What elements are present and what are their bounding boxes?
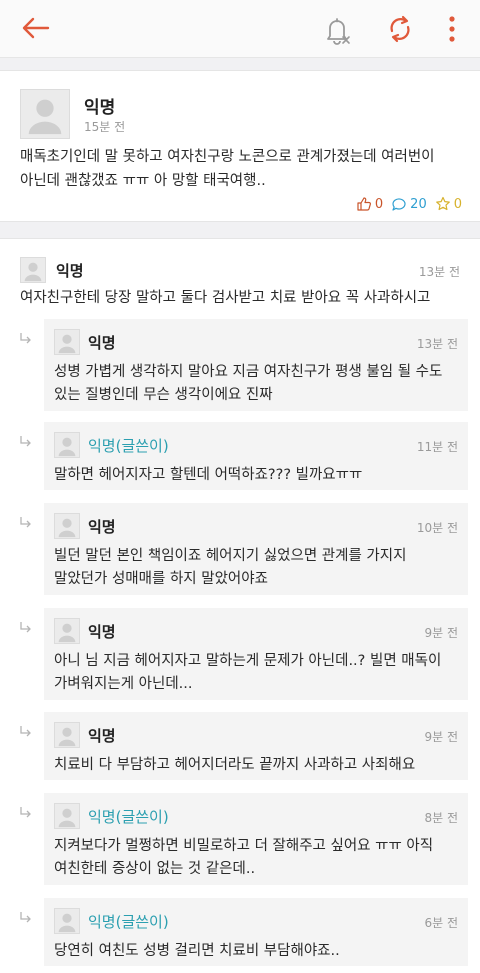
like-count: 0	[374, 196, 384, 212]
reply-item: 익명 10분 전 빌던 말던 본인 책임이죠 헤어지기 싫었으면 관계를 가지지…	[44, 503, 468, 595]
avatar	[54, 329, 80, 355]
comment-stat[interactable]: 20	[391, 196, 427, 212]
comment-time: 6분 전	[424, 916, 458, 930]
comment-author: 익명	[88, 518, 116, 536]
comment-author: 익명(글쓴이)	[88, 913, 169, 931]
comment-text: 당연히 여친도 성병 걸리면 치료비 부담해야죠..	[54, 943, 340, 959]
comment-text: 치료비 다 부담하고 헤어지더라도 끝까지 사과하고 사죄해요	[54, 757, 416, 773]
reply-item: 익명(글쓴이) 8분 전 지켜보다가 멀쩡하면 비밀로하고 더 잘해주고 싶어요…	[44, 793, 468, 885]
reply-arrow-icon	[18, 515, 34, 531]
comment-text: 빌던 말던 본인 책임이죠 헤어지기 싫었으면 관계를 가지지 말았던가 성매매…	[54, 548, 407, 587]
comment-time: 8분 전	[424, 811, 458, 825]
reply-item: 익명 13분 전 성병 가볍게 생각하지 말아요 지금 여자친구가 평생 불임 …	[44, 319, 468, 411]
comment-time: 10분 전	[416, 521, 458, 535]
reply-arrow-icon	[18, 724, 34, 740]
avatar	[54, 513, 80, 539]
avatar	[54, 722, 80, 748]
refresh-icon[interactable]	[384, 14, 416, 44]
comment-time: 9분 전	[424, 730, 458, 744]
star-icon	[435, 196, 450, 211]
comment-item: 익명 13분 전 여자친구한테 당장 말하고 둘다 검사받고 치료 받아요 꼭 …	[0, 239, 480, 317]
comment-author: 익명(글쓴이)	[88, 437, 169, 455]
reply-arrow-icon	[18, 910, 34, 926]
comment-author: 익명	[88, 334, 116, 352]
reply-item: 익명(글쓴이) 11분 전 말하면 헤어지자고 할텐데 어떡하죠??? 빌까요ㅠ…	[44, 422, 468, 490]
like-stat[interactable]: 0	[356, 196, 383, 212]
more-vertical-icon[interactable]	[442, 12, 462, 46]
post-time: 15분 전	[84, 120, 126, 134]
scrap-stat[interactable]: 0	[435, 196, 462, 212]
comment-text: 성병 가볍게 생각하지 말아요 지금 여자친구가 평생 불임 될 수도 있는 질…	[54, 364, 443, 403]
reply-item: 익명 9분 전 아니 님 지금 헤어지자고 말하는게 문제가 아닌데..? 빌면…	[44, 608, 468, 700]
reply-arrow-icon	[18, 805, 34, 821]
comment-text: 지켜보다가 멀쩡하면 비밀로하고 더 잘해주고 싶어요 ㅠㅠ 아직 여친한테 증…	[54, 838, 434, 877]
top-bar	[0, 0, 480, 58]
comment-text: 아니 님 지금 헤어지자고 말하는게 문제가 아닌데..? 빌면 매독이 가벼워…	[54, 653, 442, 692]
reply-arrow-icon	[18, 331, 34, 347]
reply-item: 익명 9분 전 치료비 다 부담하고 헤어지더라도 끝까지 사과하고 사죄해요	[44, 712, 468, 780]
comment-author: 익명	[56, 262, 84, 280]
reply-item: 익명(글쓴이) 6분 전 당연히 여친도 성병 걸리면 치료비 부담해야죠..	[44, 898, 468, 966]
post-body: 매독초기인데 말 못하고 여자친구랑 노콘으로 관계가졌는데 여러번이 아닌데 …	[20, 149, 435, 189]
comment-count: 20	[410, 196, 427, 212]
comment-text: 여자친구한테 당장 말하고 둘다 검사받고 치료 받아요 꼭 사과하시고	[20, 290, 431, 306]
comment-time: 13분 전	[416, 337, 458, 351]
avatar	[54, 803, 80, 829]
post-stats: 0 20 0	[348, 195, 462, 213]
scrap-count: 0	[453, 196, 462, 212]
post-author: 익명	[84, 98, 116, 118]
bell-off-icon[interactable]	[322, 14, 352, 46]
arrow-left-icon[interactable]	[20, 14, 52, 42]
avatar	[54, 908, 80, 934]
avatar	[54, 432, 80, 458]
reply-arrow-icon	[18, 620, 34, 636]
comment-time: 13분 전	[418, 265, 460, 279]
comment-time: 9분 전	[424, 626, 458, 640]
reply-arrow-icon	[18, 434, 34, 450]
comment-list: 익명 13분 전 여자친구한테 당장 말하고 둘다 검사받고 치료 받아요 꼭 …	[0, 238, 480, 973]
comment-author: 익명	[88, 727, 116, 745]
comment-text: 말하면 헤어지자고 할텐데 어떡하죠??? 빌까요ㅠㅠ	[54, 467, 363, 483]
thumbs-up-icon	[357, 197, 371, 211]
post-card: 익명 15분 전 매독초기인데 말 못하고 여자친구랑 노콘으로 관계가졌는데 …	[0, 70, 480, 222]
comment-author: 익명	[88, 623, 116, 641]
avatar	[20, 257, 46, 283]
speech-bubble-icon	[392, 198, 406, 211]
comment-author: 익명(글쓴이)	[88, 808, 169, 826]
avatar	[20, 89, 70, 139]
comment-time: 11분 전	[416, 440, 458, 454]
avatar	[54, 618, 80, 644]
